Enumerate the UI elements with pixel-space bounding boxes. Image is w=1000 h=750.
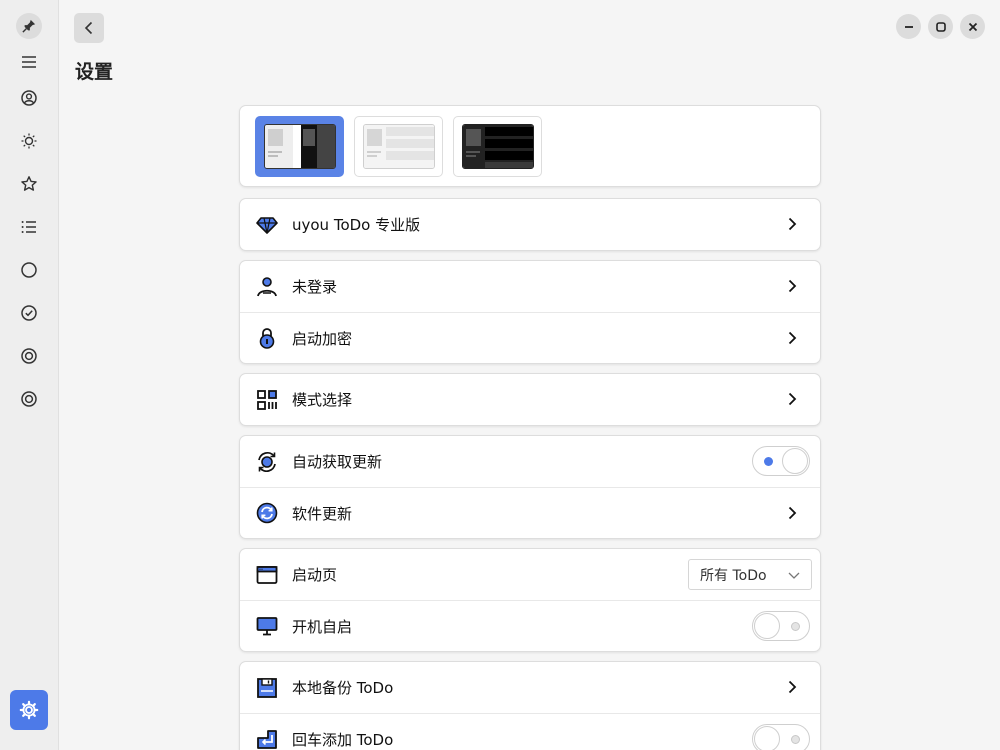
startup-page-row: 启动页 所有 ToDo [240,549,820,600]
layout-thumb-light [363,124,435,169]
login-label: 未登录 [292,278,338,296]
auto-update-row: 自动获取更新 [240,436,820,487]
sun-icon [21,133,37,149]
menu-icon [22,56,36,68]
auto-update-label: 自动获取更新 [292,453,383,471]
toggle-indicator [791,622,800,631]
auto-update-toggle[interactable] [752,446,810,476]
startup-page-label: 启动页 [292,566,338,584]
toggle-indicator [791,735,800,744]
maximize-button[interactable] [928,14,953,39]
settings-button[interactable] [10,690,48,730]
pro-row[interactable]: uyou ToDo 专业版 [240,199,820,250]
enter-add-row: 回车添加 ToDo [240,713,820,750]
enter-icon [256,728,278,750]
chevron-right-icon [788,506,797,520]
chevron-right-icon [788,331,797,345]
pin-button[interactable] [16,13,42,39]
mode-card: 模式选择 [239,373,821,426]
chevron-right-icon [788,392,797,406]
account-card: 未登录 启动加密 [239,260,821,364]
autostart-label: 开机自启 [292,617,353,636]
chevron-down-icon [788,572,800,579]
star-icon [21,176,37,191]
autostart-toggle[interactable] [752,611,810,641]
monitor-icon [256,615,278,637]
chevron-right-icon [788,680,797,694]
list-icon [21,221,36,233]
startup-page-value: 所有 ToDo [700,567,767,584]
software-update-label: 软件更新 [292,504,353,523]
chevron-left-icon [84,21,93,35]
chevron-right-icon [788,279,797,293]
layout-thumb-dark [462,124,534,169]
sidebar [0,0,59,750]
circle-icon [21,262,37,278]
lock-row[interactable]: 启动加密 [240,312,820,363]
local-backup-row[interactable]: 本地备份 ToDo [240,662,820,713]
window-icon [256,564,278,586]
lock-icon [256,327,278,349]
gear-icon [19,700,39,720]
sidebar-item-account[interactable] [10,79,48,117]
autostart-row: 开机自启 [240,600,820,651]
target-icon [21,348,37,364]
sidebar-item-list[interactable] [10,208,48,246]
sidebar-item-important[interactable] [10,165,48,203]
pro-card: uyou ToDo 专业版 [239,198,821,251]
layout-selector-card [239,105,821,187]
layout-option-split[interactable] [255,116,344,177]
pin-icon [22,19,36,33]
sidebar-item-completed[interactable] [10,294,48,332]
backup-card: 本地备份 ToDo 回车添加 ToDo [239,661,821,750]
refresh-icon [256,502,278,524]
software-update-row[interactable]: 软件更新 [240,487,820,538]
update-card: 自动获取更新 软件更新 [239,435,821,539]
close-icon [968,22,977,31]
sidebar-item-incomplete[interactable] [10,251,48,289]
chevron-right-icon [788,217,797,231]
diamond-icon [256,214,278,236]
close-button[interactable] [960,14,985,39]
maximize-icon [935,21,946,32]
page-title: 设置 [75,61,114,83]
login-row[interactable]: 未登录 [240,261,820,312]
user-icon [256,276,278,298]
sidebar-item-target-1[interactable] [10,337,48,375]
layout-option-light[interactable] [354,116,443,177]
save-icon [256,677,278,699]
sidebar-item-my-day[interactable] [10,122,48,160]
toggle-knob [754,613,780,639]
user-circle-icon [21,90,37,106]
startup-card: 启动页 所有 ToDo 开机自启 [239,548,821,652]
enter-add-toggle[interactable] [752,724,810,750]
local-backup-label: 本地备份 ToDo [292,679,394,697]
minimize-icon [904,25,913,28]
grid-icon [256,389,278,411]
toggle-knob [754,726,780,750]
lock-label: 启动加密 [292,329,353,348]
enter-add-label: 回车添加 ToDo [292,730,394,749]
minimize-button[interactable] [896,14,921,39]
menu-button[interactable] [10,43,48,81]
sidebar-item-target-2[interactable] [10,380,48,418]
toggle-indicator [764,457,773,466]
target-icon [21,391,37,407]
sync-icon [256,451,278,473]
mode-label: 模式选择 [292,391,353,409]
check-circle-icon [21,305,37,321]
back-button[interactable] [74,13,104,43]
layout-option-dark[interactable] [453,116,542,177]
startup-page-select[interactable]: 所有 ToDo [688,559,812,590]
layout-thumb-split [264,124,336,169]
toggle-knob [782,448,808,474]
pro-label: uyou ToDo 专业版 [292,216,421,234]
mode-row[interactable]: 模式选择 [240,374,820,425]
